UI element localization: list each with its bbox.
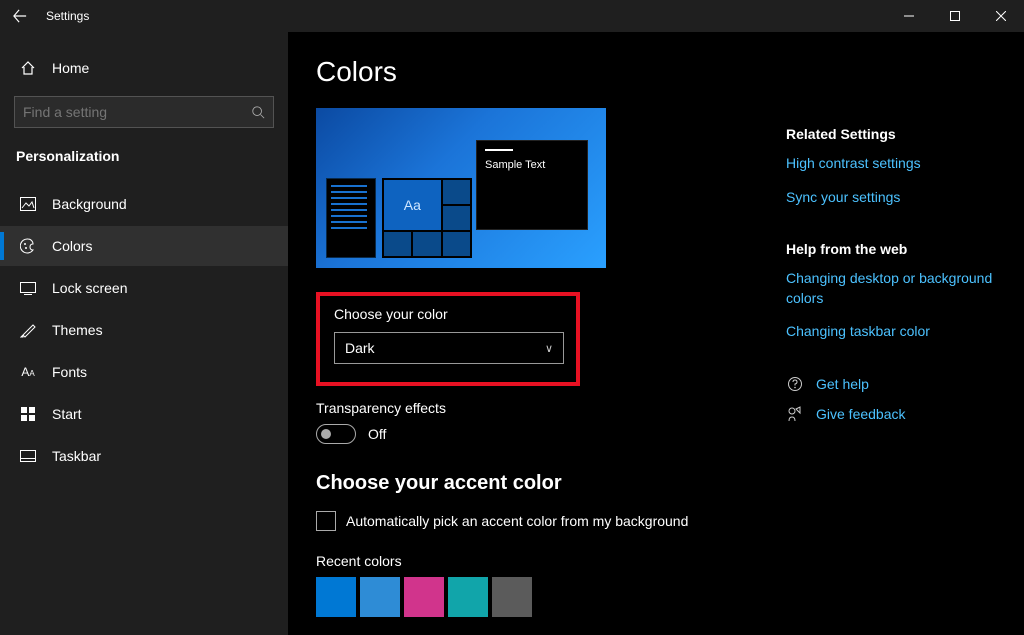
- sidebar: Home Personalization Background Colors L…: [0, 32, 288, 635]
- help-icon: [786, 376, 804, 392]
- sidebar-item-start[interactable]: Start: [0, 394, 288, 434]
- transparency-state: Off: [368, 426, 386, 442]
- sidebar-item-label: Background: [52, 196, 127, 212]
- chevron-down-icon: ∨: [545, 342, 553, 355]
- maximize-icon: [950, 11, 960, 21]
- taskbar-icon: [16, 450, 40, 462]
- themes-icon: [16, 322, 40, 338]
- transparency-toggle[interactable]: [316, 424, 356, 444]
- preview-aa: Aa: [384, 180, 441, 230]
- search-box[interactable]: [14, 96, 274, 128]
- link-sync-settings[interactable]: Sync your settings: [786, 188, 1014, 208]
- link-give-feedback[interactable]: Give feedback: [816, 406, 906, 422]
- search-icon: [251, 105, 265, 119]
- choose-color-label: Choose your color: [334, 306, 562, 322]
- palette-icon: [16, 238, 40, 254]
- home-icon: [16, 60, 40, 76]
- search-input[interactable]: [23, 104, 251, 120]
- main-content: Colors Sample Text Aa Choose your color: [288, 32, 1024, 635]
- home-label: Home: [52, 60, 89, 76]
- link-changing-desktop[interactable]: Changing desktop or background colors: [786, 269, 1014, 308]
- minimize-button[interactable]: [886, 0, 932, 32]
- fonts-icon: AA: [16, 365, 40, 379]
- help-from-web: Help from the web Changing desktop or ba…: [786, 241, 1014, 342]
- color-swatch[interactable]: [360, 577, 400, 617]
- close-icon: [996, 11, 1006, 21]
- start-icon: [16, 407, 40, 421]
- recent-colors-label: Recent colors: [316, 553, 776, 569]
- auto-accent-label: Automatically pick an accent color from …: [346, 513, 688, 529]
- color-swatch[interactable]: [404, 577, 444, 617]
- choose-color-value: Dark: [345, 340, 375, 356]
- preview-start-mock: Aa: [326, 178, 472, 258]
- home-button[interactable]: Home: [0, 50, 288, 86]
- close-button[interactable]: [978, 0, 1024, 32]
- sidebar-item-label: Start: [52, 406, 82, 422]
- sidebar-item-label: Colors: [52, 238, 92, 254]
- recent-colors: [316, 577, 776, 617]
- titlebar: Settings: [0, 0, 1024, 32]
- page-title: Colors: [316, 56, 776, 88]
- transparency-label: Transparency effects: [316, 400, 776, 416]
- nav-list: Background Colors Lock screen Themes AA …: [0, 184, 288, 476]
- lock-screen-icon: [16, 282, 40, 295]
- maximize-button[interactable]: [932, 0, 978, 32]
- sidebar-item-label: Themes: [52, 322, 103, 338]
- back-button[interactable]: [0, 0, 40, 32]
- window-controls: [886, 0, 1024, 32]
- sidebar-item-fonts[interactable]: AA Fonts: [0, 352, 288, 392]
- preview-sample-card: Sample Text: [476, 140, 588, 230]
- color-preview: Sample Text Aa: [316, 108, 606, 268]
- sidebar-item-background[interactable]: Background: [0, 184, 288, 224]
- web-help-heading: Help from the web: [786, 241, 1014, 257]
- choose-color-highlight: Choose your color Dark ∨: [316, 292, 580, 386]
- minimize-icon: [904, 11, 914, 21]
- back-arrow-icon: [13, 9, 27, 23]
- sidebar-item-taskbar[interactable]: Taskbar: [0, 436, 288, 476]
- feedback-icon: [786, 406, 804, 422]
- sidebar-item-lock-screen[interactable]: Lock screen: [0, 268, 288, 308]
- category-label: Personalization: [0, 142, 288, 184]
- link-high-contrast[interactable]: High contrast settings: [786, 154, 1014, 174]
- choose-color-dropdown[interactable]: Dark ∨: [334, 332, 564, 364]
- accent-heading: Choose your accent color: [316, 472, 776, 495]
- sidebar-item-label: Lock screen: [52, 280, 127, 296]
- sidebar-item-label: Fonts: [52, 364, 87, 380]
- link-changing-taskbar[interactable]: Changing taskbar color: [786, 322, 1014, 342]
- sidebar-item-label: Taskbar: [52, 448, 101, 464]
- sidebar-item-themes[interactable]: Themes: [0, 310, 288, 350]
- picture-icon: [16, 197, 40, 211]
- color-swatch[interactable]: [448, 577, 488, 617]
- color-swatch[interactable]: [492, 577, 532, 617]
- sidebar-item-colors[interactable]: Colors: [0, 226, 288, 266]
- related-settings: Related Settings High contrast settings …: [786, 126, 1014, 207]
- window-title: Settings: [46, 9, 89, 23]
- link-get-help[interactable]: Get help: [816, 376, 869, 392]
- preview-sample-text: Sample Text: [485, 159, 545, 171]
- checkbox-box-icon: [316, 511, 336, 531]
- support-links: Get help Give feedback: [786, 376, 1014, 422]
- color-swatch[interactable]: [316, 577, 356, 617]
- related-heading: Related Settings: [786, 126, 1014, 142]
- auto-accent-checkbox[interactable]: Automatically pick an accent color from …: [316, 511, 776, 531]
